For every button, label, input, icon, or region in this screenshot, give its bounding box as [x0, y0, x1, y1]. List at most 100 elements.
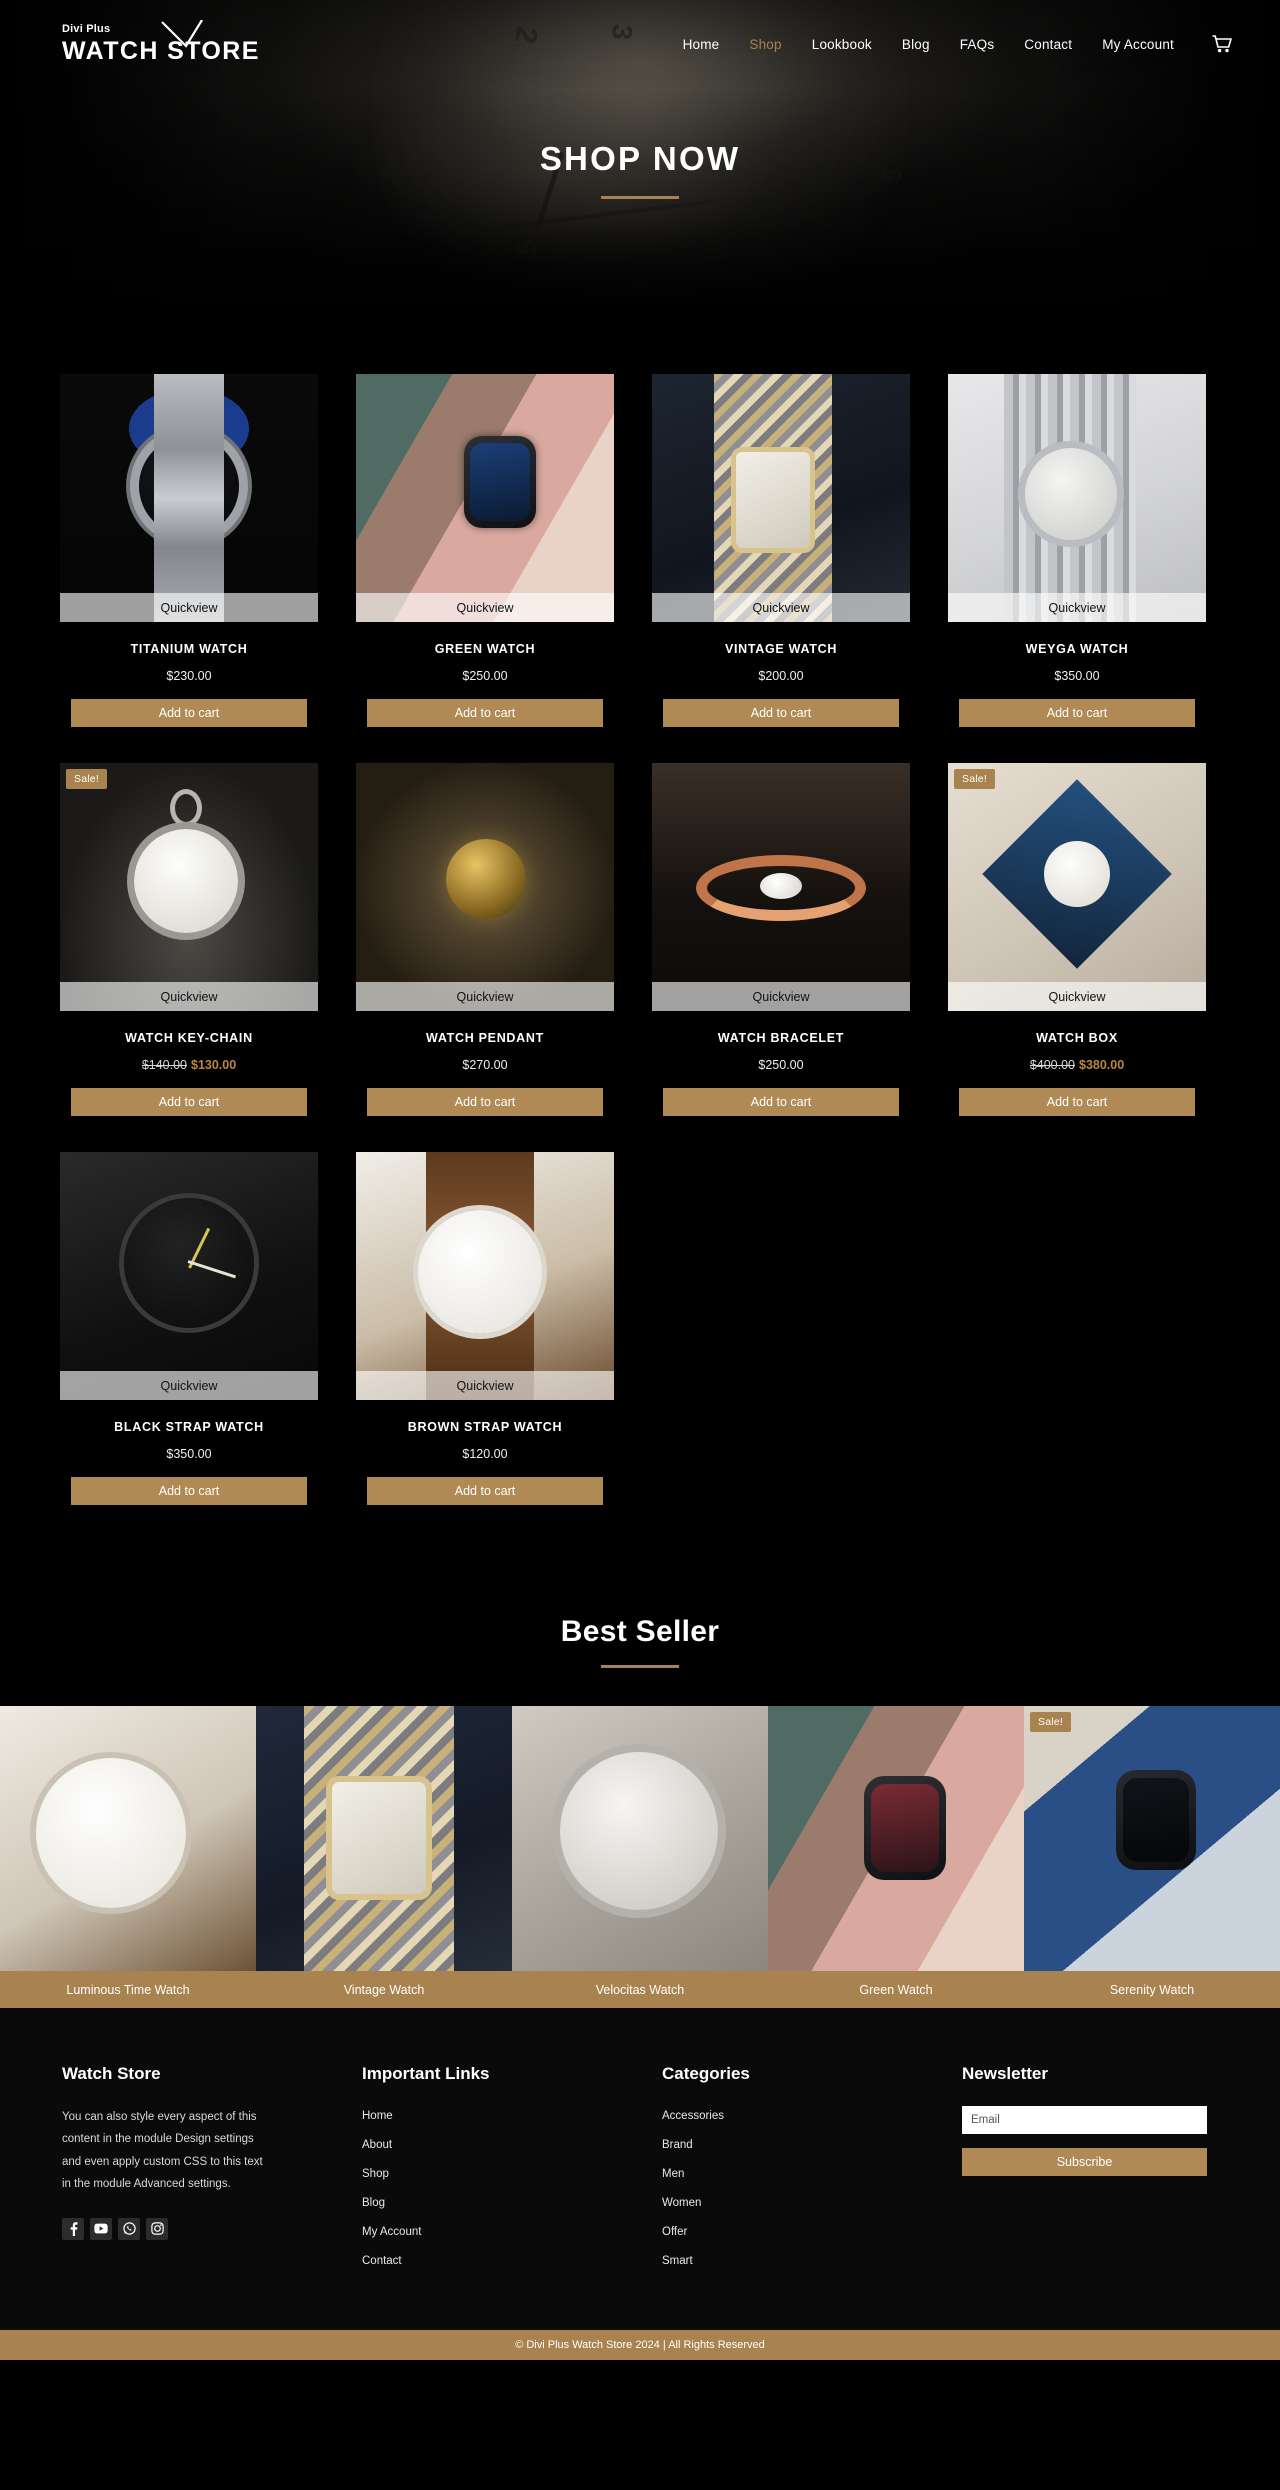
best-seller-slide[interactable]: [256, 1706, 512, 1971]
footer-link-item: My Account: [362, 2222, 662, 2240]
add-to-cart-button[interactable]: Add to cart: [959, 699, 1195, 727]
youtube-icon[interactable]: [90, 2217, 112, 2240]
product-card: Quickview WATCH PENDANT $270.00 Add to cart: [356, 763, 614, 1116]
footer-link-link[interactable]: Blog: [362, 2197, 385, 2209]
add-to-cart-button[interactable]: Add to cart: [663, 1088, 899, 1116]
product-image[interactable]: Quickview: [652, 763, 910, 1011]
product-photo: [356, 374, 614, 622]
footer-link-link[interactable]: About: [362, 2139, 392, 2151]
product-photo: [652, 374, 910, 622]
add-to-cart-button[interactable]: Add to cart: [367, 1477, 603, 1505]
best-seller-section: Best Seller Sale! Luminous Time Watch Vin…: [0, 1615, 1280, 2008]
footer-categories-column: Categories Accessories Brand Men Women Offer…: [662, 2064, 962, 2280]
footer-category-item: Smart: [662, 2251, 962, 2269]
footer-newsletter-heading: Newsletter: [962, 2064, 1048, 2083]
product-image[interactable]: Quickview: [60, 374, 318, 622]
quickview-button[interactable]: Quickview: [60, 593, 318, 622]
best-seller-item-name: Green Watch: [859, 1982, 933, 1997]
product-price: $250.00: [758, 1058, 804, 1072]
footer-newsletter-column: Newsletter Subscribe: [962, 2064, 1212, 2280]
subscribe-button[interactable]: Subscribe: [962, 2148, 1207, 2176]
quickview-button[interactable]: Quickview: [356, 982, 614, 1011]
best-seller-carousel[interactable]: Sale!: [0, 1706, 1280, 1971]
footer-about-heading: Watch Store: [62, 2064, 161, 2083]
footer-category-link[interactable]: Women: [662, 2197, 701, 2209]
best-seller-photo: [256, 1706, 512, 1971]
product-price-row: $250.00: [356, 669, 614, 683]
site-header: Divi Plus WATCH STORE Home Shop Lookbook…: [0, 0, 1280, 88]
add-to-cart-button[interactable]: Add to cart: [367, 699, 603, 727]
footer-category-link[interactable]: Accessories: [662, 2110, 724, 2122]
footer-links-column: Important Links Home About Shop Blog My Acco…: [362, 2064, 662, 2280]
nav-item-lookbook[interactable]: Lookbook: [812, 37, 872, 52]
product-image[interactable]: Sale! Quickview: [60, 763, 318, 1011]
nav-item-shop[interactable]: Shop: [749, 37, 781, 52]
footer-link-link[interactable]: My Account: [362, 2226, 421, 2238]
hero-title-block: SHOP NOW: [0, 140, 1280, 199]
footer-about-column: Watch Store You can also style every asp…: [62, 2064, 362, 2280]
product-title: WATCH BOX: [1036, 1031, 1118, 1045]
quickview-button[interactable]: Quickview: [356, 1371, 614, 1400]
product-price-row: $140.00 $130.00: [60, 1058, 318, 1072]
instagram-icon[interactable]: [146, 2217, 168, 2240]
product-title: TITANIUM WATCH: [130, 642, 248, 656]
footer-link-link[interactable]: Home: [362, 2110, 393, 2122]
sale-badge: Sale!: [1030, 1712, 1071, 1732]
add-to-cart-button[interactable]: Add to cart: [71, 699, 307, 727]
quickview-button[interactable]: Quickview: [356, 593, 614, 622]
product-price-row: $400.00 $380.00: [948, 1058, 1206, 1072]
quickview-button[interactable]: Quickview: [948, 982, 1206, 1011]
quickview-button[interactable]: Quickview: [60, 1371, 318, 1400]
quickview-button[interactable]: Quickview: [652, 982, 910, 1011]
product-image[interactable]: Quickview: [948, 374, 1206, 622]
sale-badge: Sale!: [954, 769, 995, 789]
nav-item-blog[interactable]: Blog: [902, 37, 930, 52]
logo-check-icon: [161, 20, 203, 48]
nav-item-faqs[interactable]: FAQs: [960, 37, 995, 52]
footer-category-link[interactable]: Men: [662, 2168, 684, 2180]
whatsapp-icon[interactable]: [118, 2217, 140, 2240]
footer-category-link[interactable]: Smart: [662, 2255, 693, 2267]
product-image[interactable]: Quickview: [652, 374, 910, 622]
footer-link-item: Home: [362, 2106, 662, 2124]
product-image[interactable]: Quickview: [356, 1152, 614, 1400]
facebook-icon[interactable]: [62, 2217, 84, 2240]
product-image[interactable]: Quickview: [60, 1152, 318, 1400]
product-image[interactable]: Sale! Quickview: [948, 763, 1206, 1011]
footer-category-link[interactable]: Offer: [662, 2226, 687, 2238]
best-seller-slide[interactable]: [512, 1706, 768, 1971]
nav-item-contact[interactable]: Contact: [1024, 37, 1072, 52]
cart-icon[interactable]: [1212, 35, 1232, 53]
product-price-row: $200.00: [652, 669, 910, 683]
add-to-cart-button[interactable]: Add to cart: [367, 1088, 603, 1116]
nav-item-home[interactable]: Home: [683, 37, 720, 52]
sale-badge: Sale!: [66, 769, 107, 789]
site-logo[interactable]: Divi Plus WATCH STORE: [62, 20, 260, 64]
footer-link-link[interactable]: Shop: [362, 2168, 389, 2180]
quickview-button[interactable]: Quickview: [60, 982, 318, 1011]
best-seller-slide[interactable]: [768, 1706, 1024, 1971]
product-card: Sale! Quickview WATCH BOX $400.00 $380.00 Add…: [948, 763, 1206, 1116]
product-card: Quickview BROWN STRAP WATCH $120.00 Add to …: [356, 1152, 614, 1505]
add-to-cart-button[interactable]: Add to cart: [71, 1088, 307, 1116]
nav-item-my-account[interactable]: My Account: [1102, 37, 1174, 52]
best-seller-slide[interactable]: Sale!: [1024, 1706, 1280, 1971]
footer-link-link[interactable]: Contact: [362, 2255, 402, 2267]
quickview-button[interactable]: Quickview: [948, 593, 1206, 622]
newsletter-email-input[interactable]: [962, 2106, 1207, 2134]
product-image[interactable]: Quickview: [356, 374, 614, 622]
best-seller-photo: [512, 1706, 768, 1971]
footer-links-list: Home About Shop Blog My Account Contact: [362, 2106, 662, 2269]
add-to-cart-button[interactable]: Add to cart: [663, 699, 899, 727]
product-title: GREEN WATCH: [434, 642, 536, 656]
footer-category-link[interactable]: Brand: [662, 2139, 693, 2151]
product-price: $230.00: [166, 669, 212, 683]
product-image[interactable]: Quickview: [356, 763, 614, 1011]
best-seller-slide[interactable]: [0, 1706, 256, 1971]
page-title: SHOP NOW: [539, 140, 741, 177]
best-seller-photo: [768, 1706, 1024, 1971]
add-to-cart-button[interactable]: Add to cart: [71, 1477, 307, 1505]
add-to-cart-button[interactable]: Add to cart: [959, 1088, 1195, 1116]
product-price: $270.00: [462, 1058, 508, 1072]
quickview-button[interactable]: Quickview: [652, 593, 910, 622]
